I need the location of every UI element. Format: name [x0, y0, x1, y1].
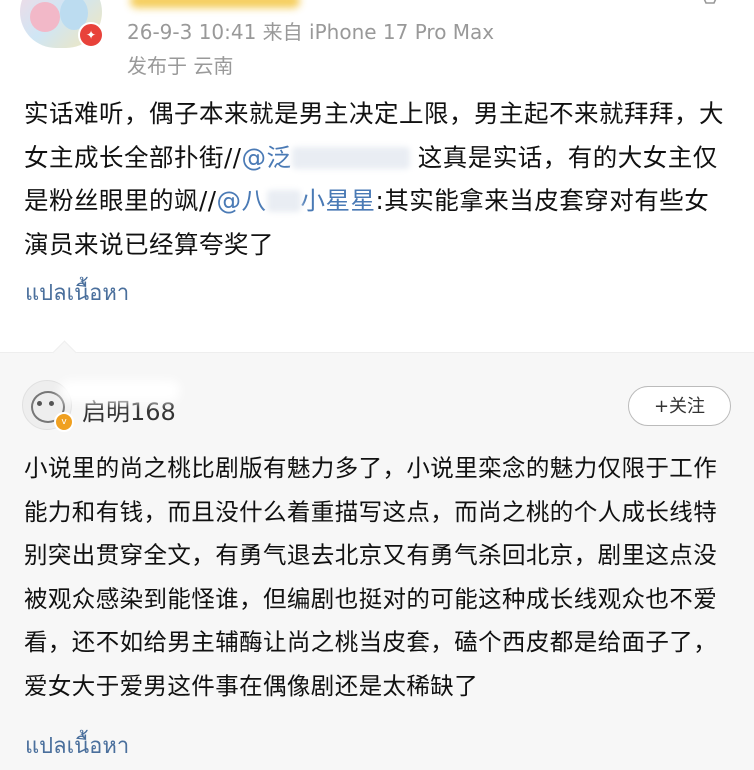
mention-link[interactable]: @八 小星星 — [217, 186, 376, 215]
post-location: 发布于 云南 — [127, 54, 234, 78]
post-meta: 26-9-3 10:41 来自 iPhone 17 Pro Max — [127, 20, 495, 44]
author-name-redacted — [130, 0, 300, 8]
vip-badge-icon: v — [54, 412, 74, 432]
mention-link[interactable]: @泛 — [242, 143, 410, 172]
follow-button[interactable]: +关注 — [628, 386, 731, 426]
divider — [0, 352, 754, 353]
name-redaction-blur — [60, 380, 180, 402]
redacted-username — [266, 190, 301, 212]
verified-badge-icon: ✦ — [78, 22, 104, 48]
comment-body: 小说里的尚之桃比剧版有魅力多了，小说里栾念的魅力仅限于工作能力和有钱，而且没什么… — [24, 454, 718, 700]
translate-link[interactable]: แปลเนื้อหา — [25, 275, 129, 310]
post-body: 实话难听，偶子本来就是男主决定上限，男主起不来就拜拜，大女主成长全部扑街//@泛… — [24, 92, 732, 266]
avatar-decoration — [30, 2, 60, 32]
comment-translate-link[interactable]: แปลเนื้อหา — [25, 728, 129, 763]
favorite-star-icon[interactable] — [700, 0, 720, 10]
redacted-username — [291, 146, 410, 169]
